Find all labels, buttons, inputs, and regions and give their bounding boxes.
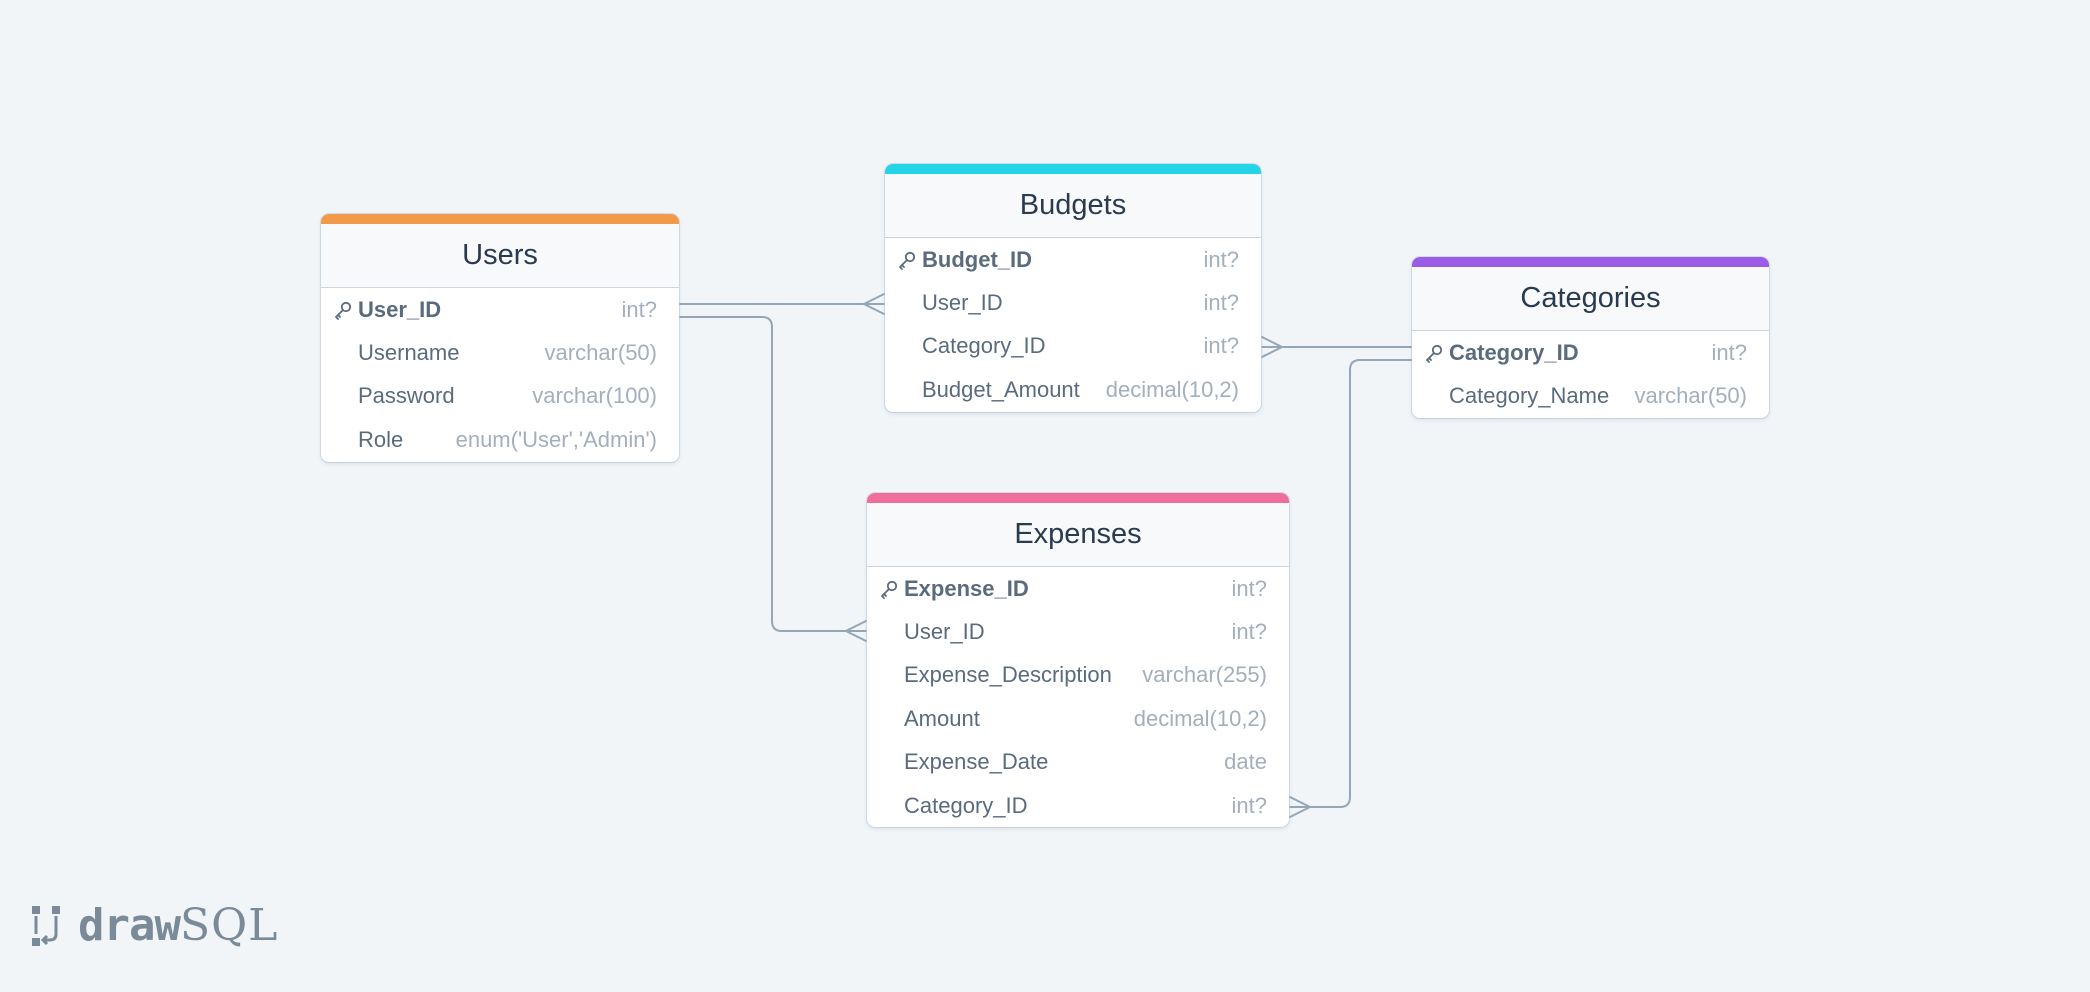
column-name: Category_Name bbox=[1449, 383, 1610, 409]
column-name: Expense_Date bbox=[904, 749, 1049, 775]
column-name: Username bbox=[358, 340, 460, 366]
primary-key-icon bbox=[879, 579, 899, 599]
drawsql-logo-icon bbox=[32, 905, 60, 946]
column-type: int? bbox=[1203, 290, 1239, 316]
column-type: varchar(255) bbox=[1142, 662, 1267, 688]
table-row[interactable]: Budget_Amount decimal(10,2) bbox=[885, 368, 1261, 411]
drawsql-logo[interactable]: draw SQL bbox=[30, 900, 278, 951]
column-name: Budget_ID bbox=[922, 246, 1032, 272]
table-title: Expenses bbox=[1014, 518, 1142, 550]
column-name: Category_ID bbox=[1449, 339, 1579, 365]
column-name: Password bbox=[358, 383, 455, 409]
table-expenses[interactable]: Expenses Expense_ID int? User_ID int? Expens… bbox=[867, 493, 1289, 828]
column-type: int? bbox=[1711, 339, 1747, 365]
column-type: enum('User','Admin') bbox=[455, 426, 657, 452]
table-row[interactable]: Budget_ID int? bbox=[885, 238, 1261, 281]
column-type: varchar(50) bbox=[1634, 383, 1747, 409]
column-name: Category_ID bbox=[922, 333, 1046, 359]
table-row[interactable]: User_ID int? bbox=[321, 288, 679, 331]
column-name: User_ID bbox=[358, 296, 442, 322]
table-row[interactable]: Category_ID int? bbox=[867, 784, 1289, 827]
column-name: Amount bbox=[904, 705, 980, 731]
column-type: int? bbox=[1203, 246, 1239, 272]
table-header[interactable]: Categories bbox=[1412, 267, 1769, 331]
primary-key-icon bbox=[897, 250, 917, 270]
table-budgets[interactable]: Budgets Budget_ID int? User_ID int? Category… bbox=[885, 164, 1261, 412]
relationship-categories-expenses bbox=[1289, 359, 1413, 808]
logo-text-sql: SQL bbox=[179, 900, 279, 951]
table-color-bar bbox=[885, 164, 1261, 174]
table-row[interactable]: Expense_ID int? bbox=[867, 567, 1289, 610]
table-row[interactable]: Category_Name varchar(50) bbox=[1412, 374, 1769, 417]
table-header[interactable]: Expenses bbox=[867, 503, 1289, 567]
table-title: Users bbox=[462, 239, 538, 271]
column-name: User_ID bbox=[922, 290, 1003, 316]
table-color-bar bbox=[867, 493, 1289, 503]
table-categories[interactable]: Categories Category_ID int? Category_Name v… bbox=[1412, 257, 1769, 418]
table-row[interactable]: Category_ID int? bbox=[1412, 331, 1769, 374]
column-type: varchar(50) bbox=[544, 340, 657, 366]
primary-key-icon bbox=[1424, 343, 1444, 363]
column-type: int? bbox=[1231, 575, 1267, 601]
column-type: varchar(100) bbox=[532, 383, 657, 409]
table-row[interactable]: User_ID int? bbox=[867, 610, 1289, 653]
table-row[interactable]: Category_ID int? bbox=[885, 325, 1261, 368]
column-name: User_ID bbox=[904, 619, 985, 645]
column-name: Expense_Description bbox=[904, 662, 1112, 688]
table-header[interactable]: Users bbox=[321, 224, 679, 288]
table-row[interactable]: Amount decimal(10,2) bbox=[867, 697, 1289, 740]
column-name: Budget_Amount bbox=[922, 376, 1080, 402]
column-type: int? bbox=[1231, 619, 1267, 645]
table-header[interactable]: Budgets bbox=[885, 174, 1261, 238]
diagram-canvas[interactable]: Users User_ID int? Username varchar(50) Pass… bbox=[0, 0, 2090, 992]
table-row[interactable]: Expense_Date date bbox=[867, 741, 1289, 784]
table-row[interactable]: User_ID int? bbox=[885, 281, 1261, 324]
table-row[interactable]: Role enum('User','Admin') bbox=[321, 418, 679, 461]
relationship-users-expenses bbox=[678, 316, 867, 632]
table-color-bar bbox=[321, 214, 679, 224]
column-type: date bbox=[1224, 749, 1267, 775]
table-color-bar bbox=[1412, 257, 1769, 267]
column-type: int? bbox=[621, 296, 657, 322]
column-name: Expense_ID bbox=[904, 575, 1029, 601]
column-type: int? bbox=[1203, 333, 1239, 359]
column-type: decimal(10,2) bbox=[1133, 705, 1267, 731]
table-row[interactable]: Expense_Description varchar(255) bbox=[867, 654, 1289, 697]
logo-text-draw: draw bbox=[78, 900, 181, 951]
table-title: Budgets bbox=[1019, 189, 1127, 221]
column-name: Role bbox=[358, 426, 404, 452]
column-type: int? bbox=[1231, 792, 1267, 818]
table-users[interactable]: Users User_ID int? Username varchar(50) Pass… bbox=[321, 214, 679, 462]
table-title: Categories bbox=[1520, 282, 1661, 314]
primary-key-icon bbox=[333, 300, 353, 320]
column-type: decimal(10,2) bbox=[1105, 376, 1239, 402]
table-row[interactable]: Username varchar(50) bbox=[321, 331, 679, 374]
table-row[interactable]: Password varchar(100) bbox=[321, 375, 679, 418]
column-name: Category_ID bbox=[904, 792, 1028, 818]
